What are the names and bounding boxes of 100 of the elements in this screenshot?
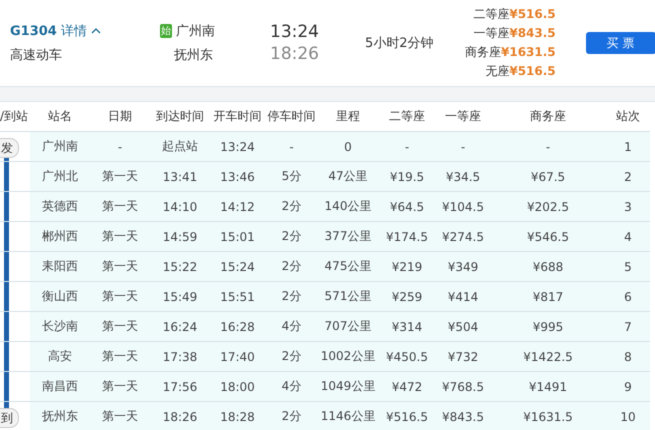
table-cell-text: 4分 [280,318,302,335]
arrival-time: 18:26 [270,44,320,64]
table-cell-text: 英德西 [41,198,79,215]
table-cell-text: 起点站 [161,138,199,155]
table-cell-text: 2分 [280,258,302,275]
table-cell-text: ¥732 [446,350,480,364]
seat-fare: 无座¥516.5 [485,63,556,80]
table-cell-text: 13:41 [162,170,198,184]
table-cell-text: 抚州东 [41,408,79,425]
table-cell-text: 第一天 [101,168,139,185]
table-cell-text: 14:12 [219,200,256,214]
table-cell-text: 2 [623,170,633,184]
table-cell-text: 707公里 [324,318,372,335]
table-cell-text: ¥34.5 [444,170,482,184]
table-cell-text: ¥19.5 [388,170,426,184]
column-header: 商务座 [529,108,567,125]
table-cell-text: 377公里 [324,228,372,245]
table-cell-text: 15:24 [219,260,256,274]
table-cell-text: 16:28 [219,320,256,334]
details-link[interactable]: 详情 [60,22,87,40]
chevron-up-icon [90,28,101,34]
table-cell-text: 2分 [280,408,302,425]
table-cell-text: 9 [623,380,633,394]
table-cell-text: ¥546.5 [526,230,570,244]
table-cell-text: ¥516.5 [385,410,429,424]
column-header: 站次 [615,108,641,125]
table-cell-text: ¥274.5 [441,230,485,244]
column-header: 里程 [335,108,361,125]
table-cell-text: ¥1491 [528,380,568,394]
table-cell-text: ¥472 [390,380,424,394]
table-cell-text: 5 [623,260,633,274]
train-number: G1304 [10,24,57,38]
table-cell-text: - [544,140,552,154]
table-cell-text: 6 [623,290,633,304]
table-cell-text: ¥995 [532,320,564,334]
table-cell-text: ¥450.5 [385,350,429,364]
table-cell-text: - [288,140,295,154]
table-cell-text: - [116,140,124,154]
table-cell-text: 衡山西 [41,288,79,305]
table-cell-text: 13:46 [219,170,256,184]
table-cell-text: 10 [619,410,637,424]
column-header: 一等座 [444,108,482,125]
table-cell-text: 15:49 [162,290,198,304]
table-cell-text: 第一天 [101,288,139,305]
table-cell-text: 4分 [280,378,302,395]
table-cell-text: ¥768.5 [441,380,485,394]
table-cell-text: ¥688 [532,260,564,274]
duration: 5小时2分钟 [364,35,435,52]
table-cell-text: 高安 [47,348,73,365]
table-cell-text: 18:26 [162,410,198,424]
origin-badge: 始 [160,24,172,38]
table-cell-text: 广州南 [41,138,79,155]
table-cell-text: 第一天 [101,378,139,395]
table-cell-text: 13:24 [219,140,256,154]
table-cell-text: 0 [343,140,353,154]
table-cell-text: 17:38 [162,350,198,364]
table-cell-text: 18:00 [219,380,256,394]
table-cell-text: 3 [623,200,633,214]
table-cell-text: ¥817 [532,290,564,304]
destination-station: 抚州东 [174,47,213,64]
buy-ticket-button[interactable]: 买 票 [586,32,655,54]
table-cell-text: 2分 [280,198,302,215]
table-cell-text: 14:10 [162,200,198,214]
column-header: 开车时间 [212,108,262,125]
table-cell-text: ¥67.5 [530,170,566,184]
table-cell-text: ¥219 [390,260,424,274]
table-cell-text: 15:22 [162,260,198,274]
table-cell-text: ¥1422.5 [522,350,574,364]
seat-fare: 商务座¥1631.5 [465,44,556,61]
table-cell-text: 18:28 [219,410,256,424]
table-cell-text: 17:40 [219,350,256,364]
table-cell-text: ¥104.5 [441,200,485,214]
departure-time: 13:24 [270,22,320,42]
table-cell-text: 第一天 [101,348,139,365]
table-cell-text: 第一天 [101,408,139,425]
origin-station: 广州南 [176,23,215,40]
table-cell-text: 8 [623,350,633,364]
table-cell-text: 第一天 [101,318,139,335]
table-cell-text: 郴州西 [41,228,79,245]
table-cell-text: 南昌西 [41,378,79,395]
table-cell-text: 4 [623,230,633,244]
column-header: 停车时间 [266,108,316,125]
table-cell-text: ¥1631.5 [522,410,574,424]
table-cell-text: 第一天 [101,258,139,275]
table-cell-text: 广州北 [41,168,79,185]
table-cell-text: 47公里 [327,168,369,185]
column-header: 站名 [47,108,73,125]
table-cell-text: 1049公里 [320,378,376,395]
table-cell-text: 5分 [280,168,302,185]
table-cell-text: 17:56 [162,380,198,394]
table-cell-text: - [404,140,410,154]
route-marker: 发 [0,138,19,158]
table-cell-text: 2分 [280,288,302,305]
table-cell-text: ¥259 [390,290,424,304]
seat-fare: 二等座¥516.5 [473,6,556,23]
column-header: 二等座 [388,108,426,125]
table-cell-text: 1146公里 [320,408,376,425]
table-cell-text: 475公里 [324,258,372,275]
table-cell-text: 16:24 [162,320,198,334]
table-cell-text: - [460,140,466,154]
